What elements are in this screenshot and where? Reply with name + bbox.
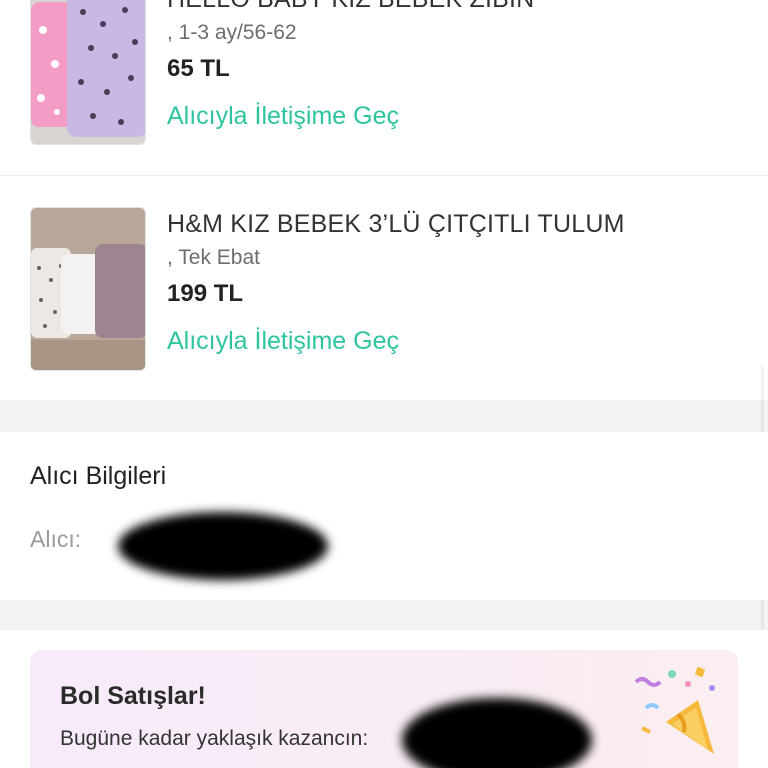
- product-image[interactable]: [30, 0, 146, 145]
- promo-title: Bol Satışlar!: [60, 682, 206, 710]
- contact-buyer-link[interactable]: Alıcıyla İletişime Geç: [167, 102, 399, 131]
- product-title: HELLO BABY KIZ BEBEK ZIBIN: [167, 0, 534, 14]
- party-popper-icon: [634, 666, 715, 754]
- section-title: Alıcı Bilgileri: [30, 462, 167, 490]
- product-size: , Tek Ebat: [167, 246, 261, 269]
- contact-buyer-link[interactable]: Alıcıyla İletişime Geç: [167, 327, 399, 356]
- product-price: 65 TL: [167, 55, 230, 82]
- product-image[interactable]: [30, 207, 146, 371]
- promo-text: Bugüne kadar yaklaşık kazancın:: [60, 727, 369, 750]
- earnings-banner: Bol Satışlar! Bugüne kadar yaklaşık kaza…: [30, 650, 738, 768]
- product-card[interactable]: HELLO BABY KIZ BEBEK ZIBIN , 1-3 ay/56-6…: [0, 0, 768, 175]
- buyer-info-section: Alıcı Bilgileri Alıcı:: [0, 432, 768, 600]
- product-price: 199 TL: [167, 280, 244, 307]
- product-title: H&M KIZ BEBEK 3’LÜ ÇITÇITLI TULUM: [167, 210, 625, 238]
- product-size: , 1-3 ay/56-62: [167, 21, 297, 44]
- promo-section: Bol Satışlar! Bugüne kadar yaklaşık kaza…: [0, 630, 768, 768]
- product-card[interactable]: H&M KIZ BEBEK 3’LÜ ÇITÇITLI TULUM , Tek …: [0, 175, 768, 400]
- redacted-earnings: [402, 698, 592, 768]
- buyer-label: Alıcı:: [30, 526, 82, 552]
- redacted-buyer-name: [118, 512, 328, 580]
